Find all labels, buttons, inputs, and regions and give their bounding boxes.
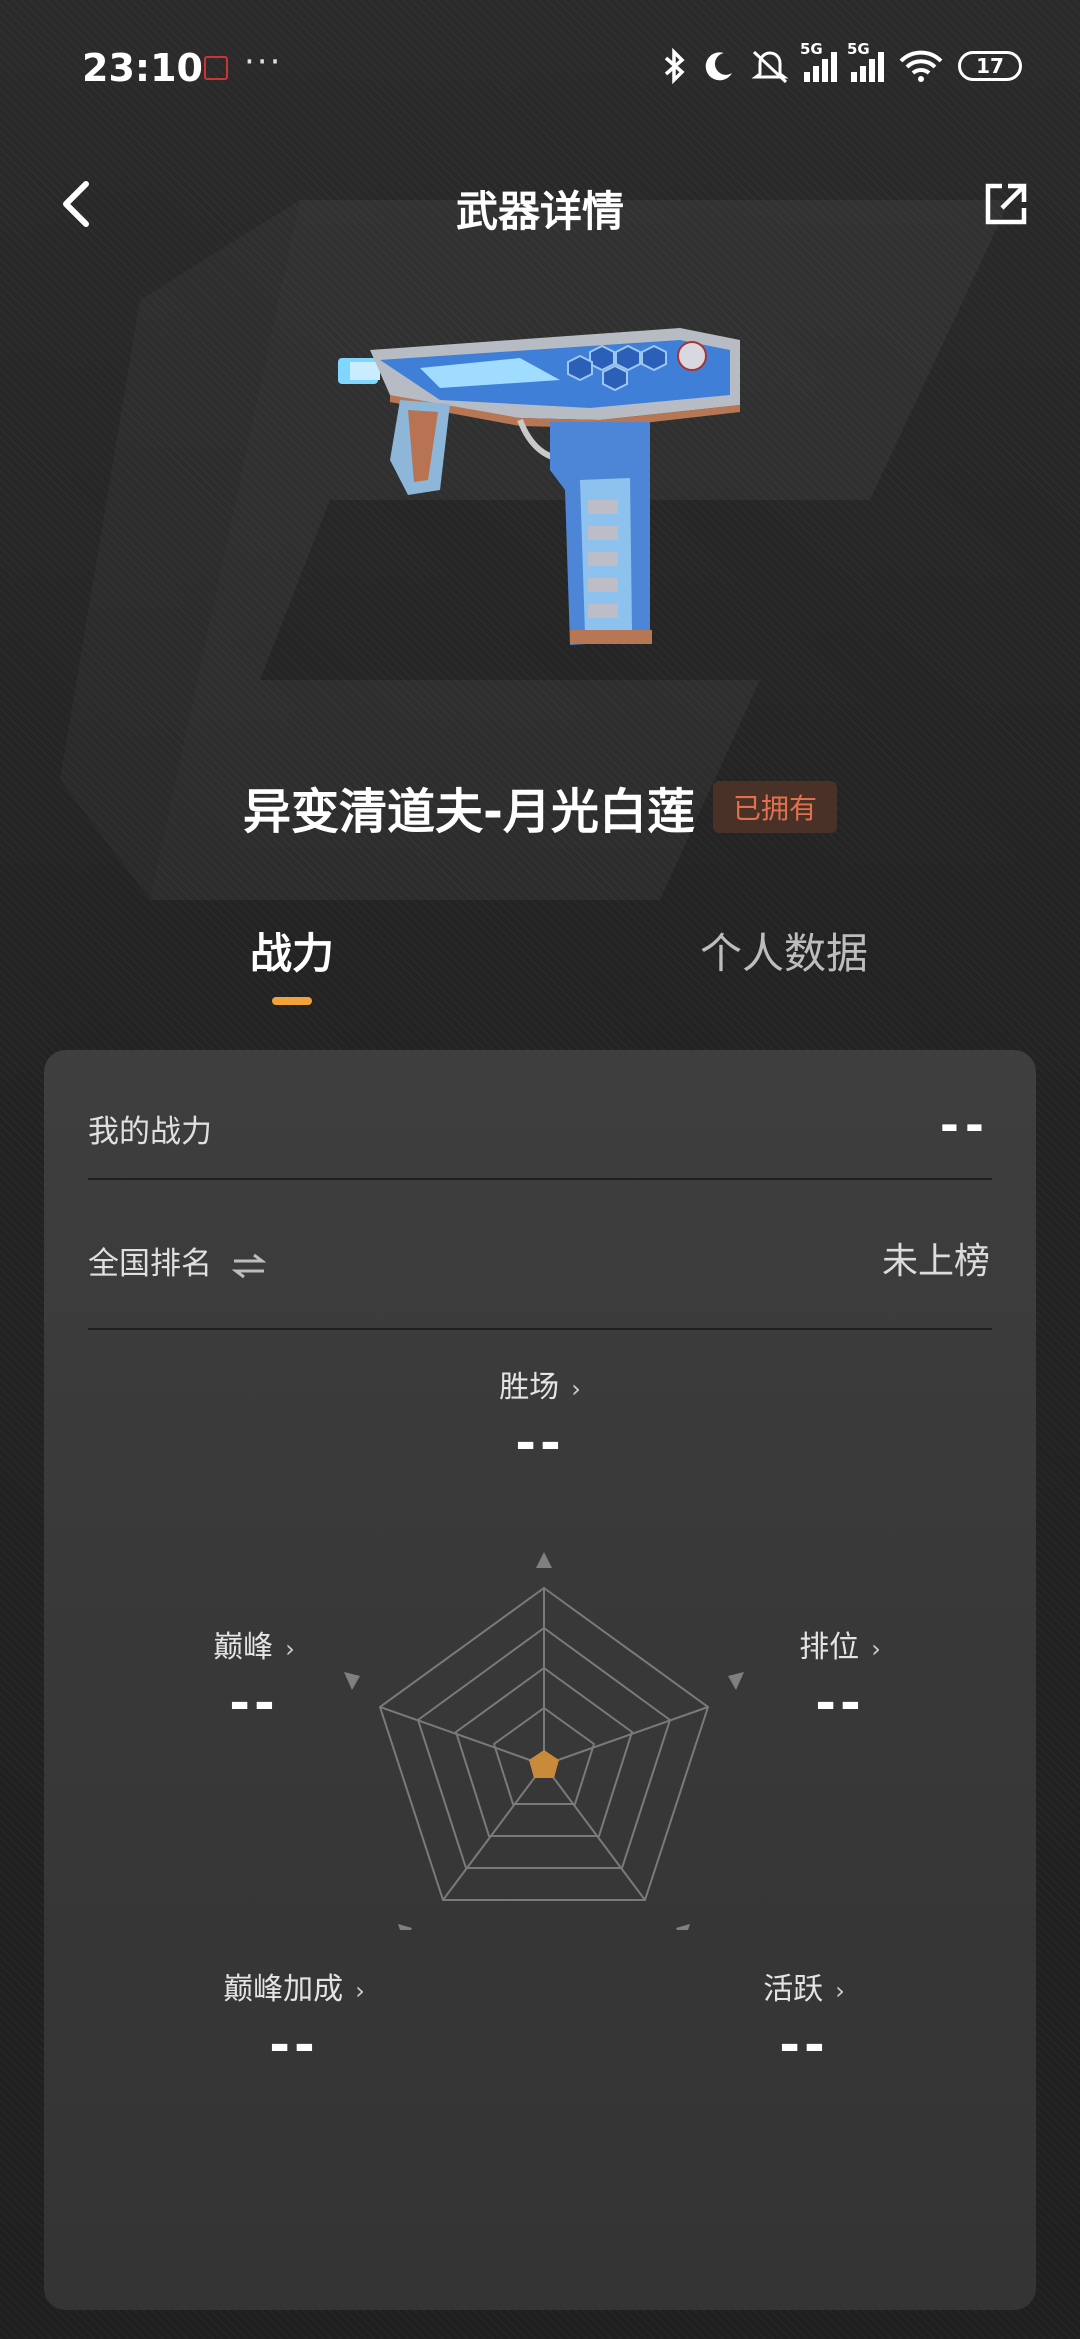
stat-peak-bonus[interactable]: 巅峰加成 › -- bbox=[154, 1964, 434, 2074]
radar-chart bbox=[344, 1552, 744, 1930]
signal-2-tag: 5G bbox=[847, 40, 870, 58]
more-notifications-indicator: ··· bbox=[244, 42, 283, 82]
chevron-right-icon: › bbox=[835, 1977, 845, 2005]
stat-peak-bonus-value: -- bbox=[269, 2016, 319, 2074]
signal-2-icon: 5G bbox=[847, 40, 884, 82]
chevron-right-icon: › bbox=[285, 1635, 295, 1663]
divider bbox=[88, 1178, 992, 1180]
bell-muted-icon bbox=[751, 50, 789, 84]
page-title: 武器详情 bbox=[455, 187, 624, 236]
share-icon[interactable] bbox=[982, 180, 1030, 228]
national-rank-row[interactable]: 全国排名 bbox=[88, 1238, 266, 1283]
chevron-right-icon: › bbox=[355, 1977, 365, 2005]
stat-activity-value: -- bbox=[779, 2016, 829, 2074]
stat-wins-value: -- bbox=[515, 1414, 565, 1472]
status-time: 23:10 bbox=[82, 46, 203, 90]
my-power-value: -- bbox=[939, 1098, 990, 1152]
swap-icon[interactable] bbox=[231, 1253, 266, 1279]
stats-card: 我的战力 -- 全国排名 未上榜 胜场 › -- 巅峰 › -- 排位 › -- 巅峰… bbox=[44, 1050, 1036, 2310]
weapon-image bbox=[338, 328, 740, 645]
stat-ranked[interactable]: 排位 › -- bbox=[730, 1622, 950, 1732]
divider bbox=[88, 1328, 992, 1330]
tab-power[interactable]: 战力 bbox=[250, 920, 334, 981]
moon-icon bbox=[705, 52, 732, 81]
weapon-name-row: 异变清道夫-月光白莲 已拥有 bbox=[0, 772, 1080, 842]
stat-ranked-value: -- bbox=[815, 1674, 865, 1732]
owned-badge: 已拥有 bbox=[712, 781, 837, 833]
national-rank-label: 全国排名 bbox=[88, 1246, 212, 1282]
status-bar: 23:10 ··· 5G 5G 17 bbox=[0, 0, 1080, 130]
tab-personal-data[interactable]: 个人数据 bbox=[700, 920, 868, 981]
my-power-label: 我的战力 bbox=[88, 1114, 212, 1150]
stat-activity-label: 活跃 bbox=[763, 1972, 824, 2007]
chevron-right-icon: › bbox=[871, 1635, 881, 1663]
wifi-icon bbox=[899, 50, 943, 82]
stat-activity[interactable]: 活跃 › -- bbox=[684, 1964, 924, 2074]
stat-peak-value: -- bbox=[229, 1674, 279, 1732]
status-icons: 5G 5G 17 bbox=[662, 40, 1022, 86]
national-rank-value: 未上榜 bbox=[881, 1241, 990, 1282]
signal-1-tag: 5G bbox=[800, 40, 823, 58]
active-tab-indicator bbox=[272, 997, 312, 1005]
radar-value-area bbox=[529, 1750, 559, 1778]
weapon-name: 异变清道夫-月光白莲 bbox=[243, 784, 695, 840]
signal-1-icon: 5G bbox=[800, 40, 837, 82]
stat-wins[interactable]: 胜场 › -- bbox=[420, 1362, 660, 1472]
notification-app-icon bbox=[204, 56, 228, 80]
chevron-right-icon: › bbox=[571, 1375, 581, 1403]
stat-peak-bonus-label: 巅峰加成 bbox=[223, 1972, 344, 2007]
stat-peak[interactable]: 巅峰 › -- bbox=[144, 1622, 364, 1732]
stat-peak-label: 巅峰 bbox=[213, 1630, 274, 1665]
stat-ranked-label: 排位 bbox=[799, 1630, 860, 1665]
bluetooth-icon bbox=[664, 48, 685, 84]
battery-icon: 17 bbox=[958, 51, 1022, 81]
stat-wins-label: 胜场 bbox=[499, 1370, 560, 1405]
